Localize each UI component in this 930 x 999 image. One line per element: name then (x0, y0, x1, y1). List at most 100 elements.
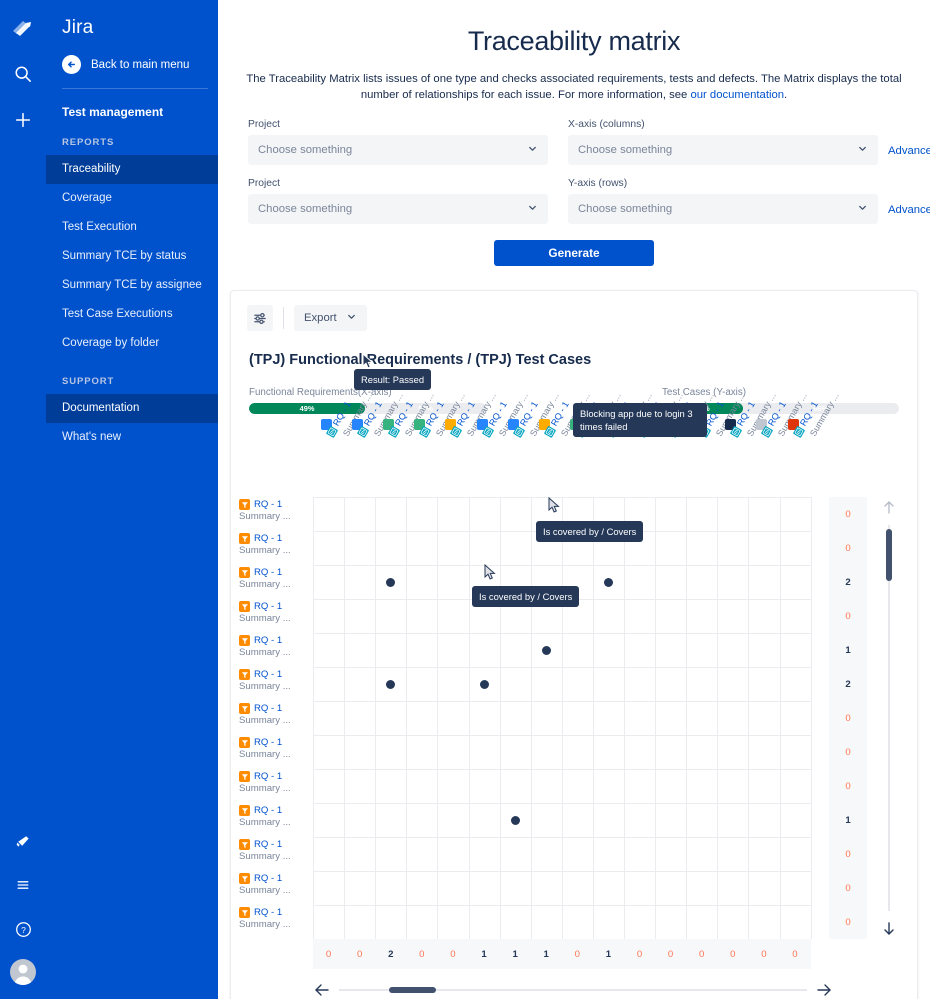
test-case-icon (512, 425, 525, 438)
row-key-group[interactable]: RQ - 1 (239, 533, 313, 544)
grid-line-vertical (686, 497, 688, 939)
scroll-down-arrow-icon[interactable] (881, 921, 897, 937)
back-to-main-menu-button[interactable]: Back to main menu (46, 39, 218, 74)
row-key-group[interactable]: RQ - 1 (239, 737, 313, 748)
requirement-icon (239, 601, 250, 612)
export-button[interactable]: Export (294, 305, 367, 331)
xaxis-label: X-axis (columns) (568, 119, 645, 130)
filter-settings-icon[interactable] (247, 305, 273, 331)
sidebar-item-documentation[interactable]: Documentation (46, 394, 218, 423)
vertical-scroll-track[interactable] (888, 525, 890, 911)
jira-logo-icon[interactable] (9, 16, 37, 44)
row-total-value: 0 (845, 916, 851, 928)
xaxis-select[interactable]: Choose something (568, 135, 878, 165)
horizontal-scroll-thumb[interactable] (389, 987, 436, 993)
matrix-title: (TPJ) Functional Requirements / (TPJ) Te… (249, 352, 592, 368)
form-row-spacer (248, 165, 930, 178)
generate-button[interactable]: Generate (494, 240, 654, 266)
sidebar-item-test-execution[interactable]: Test Execution (46, 213, 218, 242)
sidebar-item-coverage[interactable]: Coverage (46, 184, 218, 213)
grid-line-horizontal (313, 837, 811, 838)
matrix-row-label[interactable]: RQ - 1 Summary ... (239, 531, 313, 565)
matrix-relationship-dot[interactable] (479, 679, 489, 689)
sidebar-item-summary-tce-by-assignee[interactable]: Summary TCE by assignee (46, 271, 218, 300)
matrix-row-label[interactable]: RQ - 1 Summary ... (239, 769, 313, 803)
sidebar-item-whats-new[interactable]: What's new (46, 423, 218, 452)
matrix-relationship-dot[interactable] (541, 645, 551, 655)
yaxis-bar-label: Test Cases (Y-axis) (662, 387, 747, 398)
row-key-group[interactable]: RQ - 1 (239, 839, 313, 850)
help-icon[interactable]: ? (7, 913, 39, 945)
vertical-scroll-thumb[interactable] (886, 529, 892, 581)
sidebar-section-support: SUPPORT (62, 376, 115, 387)
matrix-row-label[interactable]: RQ - 1 Summary ... (239, 871, 313, 905)
row-key-group[interactable]: RQ - 1 (239, 635, 313, 646)
matrix-row-label[interactable]: RQ - 1 Summary ... (239, 565, 313, 599)
matrix-vertical-scrollbar[interactable] (871, 497, 907, 939)
project-select-1[interactable]: Choose something (248, 135, 548, 165)
requirement-icon (239, 533, 250, 544)
scroll-up-arrow-icon[interactable] (881, 499, 897, 515)
matrix-row-label[interactable]: RQ - 1 Summary ... (239, 599, 313, 633)
matrix-row-label[interactable]: RQ - 1 Summary ... (239, 837, 313, 871)
export-label: Export (304, 312, 337, 324)
project-select-2[interactable]: Choose something (248, 194, 548, 224)
report-form: Project Choose something X-axis (columns… (248, 119, 930, 224)
requirement-icon (239, 907, 250, 918)
row-key-group[interactable]: RQ - 1 (239, 907, 313, 918)
matrix-grid[interactable] (313, 497, 812, 940)
test-case-icon (729, 425, 743, 438)
sidebar: Jira Back to main menu Test management R… (46, 0, 218, 999)
scroll-left-arrow-icon[interactable] (313, 981, 331, 999)
matrix-row-label[interactable]: RQ - 1 Summary ... (239, 633, 313, 667)
advanced-link-yaxis[interactable]: Advanced (888, 204, 930, 224)
row-key-group[interactable]: RQ - 1 (239, 567, 313, 578)
matrix-row-label[interactable]: RQ - 1 Summary ... (239, 803, 313, 837)
grid-line-vertical (748, 497, 750, 939)
matrix-row-label[interactable]: RQ - 1 Summary ... (239, 701, 313, 735)
matrix-row-label[interactable]: RQ - 1 Summary ... (239, 735, 313, 769)
sidebar-item-coverage-by-folder[interactable]: Coverage by folder (46, 329, 218, 358)
row-issue-key: RQ - 1 (254, 907, 283, 918)
row-key-group[interactable]: RQ - 1 (239, 669, 313, 680)
yaxis-select[interactable]: Choose something (568, 194, 878, 224)
matrix-relationship-dot[interactable] (386, 679, 396, 689)
matrix-relationship-dot[interactable] (603, 577, 613, 587)
matrix-row-totals: 0 0 2 0 1 2 0 0 0 1 0 0 0 (829, 497, 867, 939)
row-key-group[interactable]: RQ - 1 (239, 601, 313, 612)
sidebar-item-summary-tce-by-status[interactable]: Summary TCE by status (46, 242, 218, 271)
chevron-down-icon (527, 200, 538, 218)
xaxis-progress-value: 49% (299, 404, 315, 413)
scroll-right-arrow-icon[interactable] (815, 981, 833, 999)
row-summary: Summary ... (239, 851, 291, 862)
matrix-row-label[interactable]: RQ - 1 Summary ... (239, 667, 313, 701)
grid-line-horizontal (313, 871, 811, 872)
page-header: Traceability matrix The Traceability Mat… (218, 0, 930, 266)
product-name: Jira (62, 17, 94, 38)
row-summary: Summary ... (239, 783, 291, 794)
sidebar-item-traceability[interactable]: Traceability (46, 155, 218, 184)
matrix-relationship-dot[interactable] (386, 577, 396, 587)
matrix-relationship-dot[interactable] (510, 815, 520, 825)
matrix-row-label[interactable]: RQ - 1 Summary ... (239, 905, 313, 939)
row-total-value: 1 (845, 644, 851, 656)
documentation-link[interactable]: our documentation (690, 89, 784, 101)
row-key-group[interactable]: RQ - 1 (239, 771, 313, 782)
plus-icon[interactable] (7, 104, 39, 136)
matrix-horizontal-scrollbar[interactable] (313, 979, 833, 999)
column-total-value: 0 (699, 948, 705, 960)
advanced-link-xaxis[interactable]: Advanced (888, 145, 930, 165)
row-key-group[interactable]: RQ - 1 (239, 873, 313, 884)
row-key-group[interactable]: RQ - 1 (239, 805, 313, 816)
search-icon[interactable] (7, 58, 39, 90)
avatar[interactable] (10, 959, 36, 985)
sidebar-item-test-case-executions[interactable]: Test Case Executions (46, 300, 218, 329)
announcement-bell-icon[interactable] (7, 825, 39, 857)
column-total-value: 0 (761, 948, 767, 960)
horizontal-scroll-track[interactable] (339, 987, 807, 993)
test-case-icon (418, 425, 432, 438)
matrix-row-label[interactable]: RQ - 1 Summary ... (239, 497, 313, 531)
row-key-group[interactable]: RQ - 1 (239, 703, 313, 714)
menu-icon[interactable] (7, 869, 39, 901)
row-key-group[interactable]: RQ - 1 (239, 499, 313, 510)
